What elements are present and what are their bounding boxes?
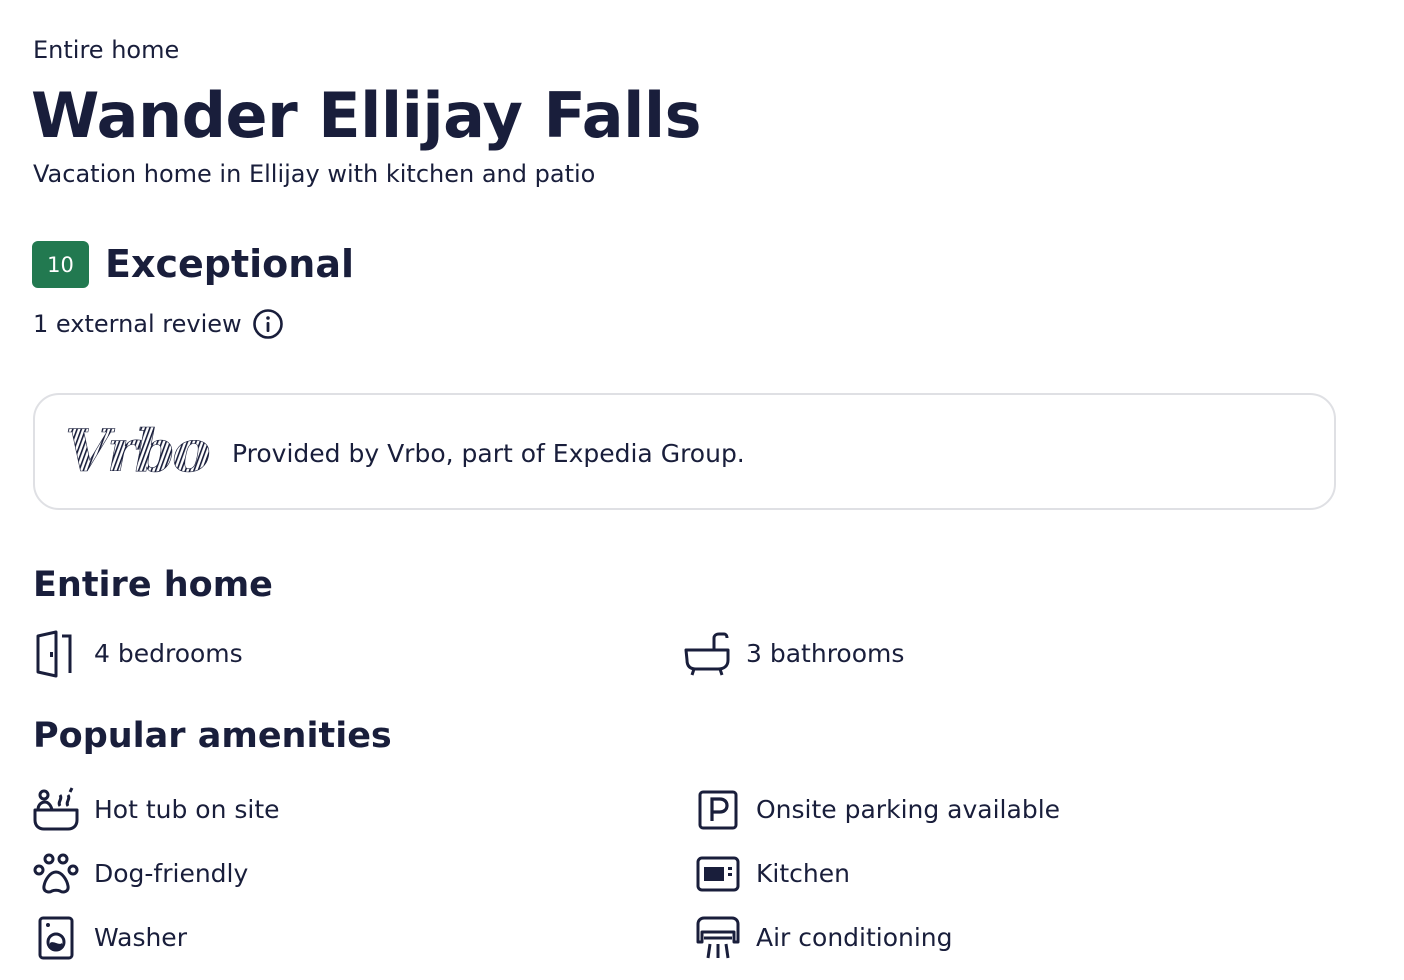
amenity-parking: Onsite parking available [694, 786, 1060, 834]
amenity-label: Washer [94, 923, 187, 952]
svg-text:Vrbo: Vrbo [65, 425, 209, 475]
bedrooms-label: 4 bedrooms [94, 639, 243, 668]
provider-card: Vrbo Provided by Vrbo, part of Expedia G… [33, 393, 1336, 510]
hot-tub-icon [32, 786, 80, 834]
provider-text: Provided by Vrbo, part of Expedia Group. [232, 439, 745, 468]
amenity-air-conditioning: Air conditioning [694, 914, 953, 962]
amenity-washer: Washer [32, 914, 187, 962]
page-title: Wander Ellijay Falls [31, 79, 702, 152]
parking-icon [694, 786, 742, 834]
amenity-hot-tub: Hot tub on site [32, 786, 280, 834]
bathtub-icon [684, 630, 732, 678]
amenity-label: Dog-friendly [94, 859, 249, 888]
amenity-kitchen: Kitchen [694, 850, 850, 898]
rooms-section-title: Entire home [33, 565, 273, 605]
vrbo-logo: Vrbo [65, 425, 213, 475]
rating-label: Exceptional [105, 242, 354, 286]
page-subtitle: Vacation home in Ellijay with kitchen an… [33, 160, 596, 188]
feature-bathrooms: 3 bathrooms [684, 630, 904, 678]
amenity-label: Hot tub on site [94, 795, 280, 824]
amenity-dog-friendly: Dog-friendly [32, 850, 248, 898]
washer-icon [32, 914, 80, 962]
paw-icon [32, 850, 80, 898]
amenity-label: Air conditioning [756, 923, 953, 952]
review-count: 1 external review [33, 310, 242, 338]
kitchen-icon [694, 850, 742, 898]
property-type: Entire home [33, 36, 180, 64]
feature-bedrooms: 4 bedrooms [32, 630, 243, 678]
review-count-row: 1 external review [33, 308, 284, 340]
amenity-label: Onsite parking available [756, 795, 1061, 824]
door-icon [32, 630, 80, 678]
bathrooms-label: 3 bathrooms [746, 639, 905, 668]
score-badge: 10 [32, 241, 89, 288]
amenities-section-title: Popular amenities [33, 716, 392, 756]
air-conditioning-icon [694, 914, 742, 962]
info-icon[interactable] [252, 308, 284, 340]
amenity-label: Kitchen [756, 859, 850, 888]
